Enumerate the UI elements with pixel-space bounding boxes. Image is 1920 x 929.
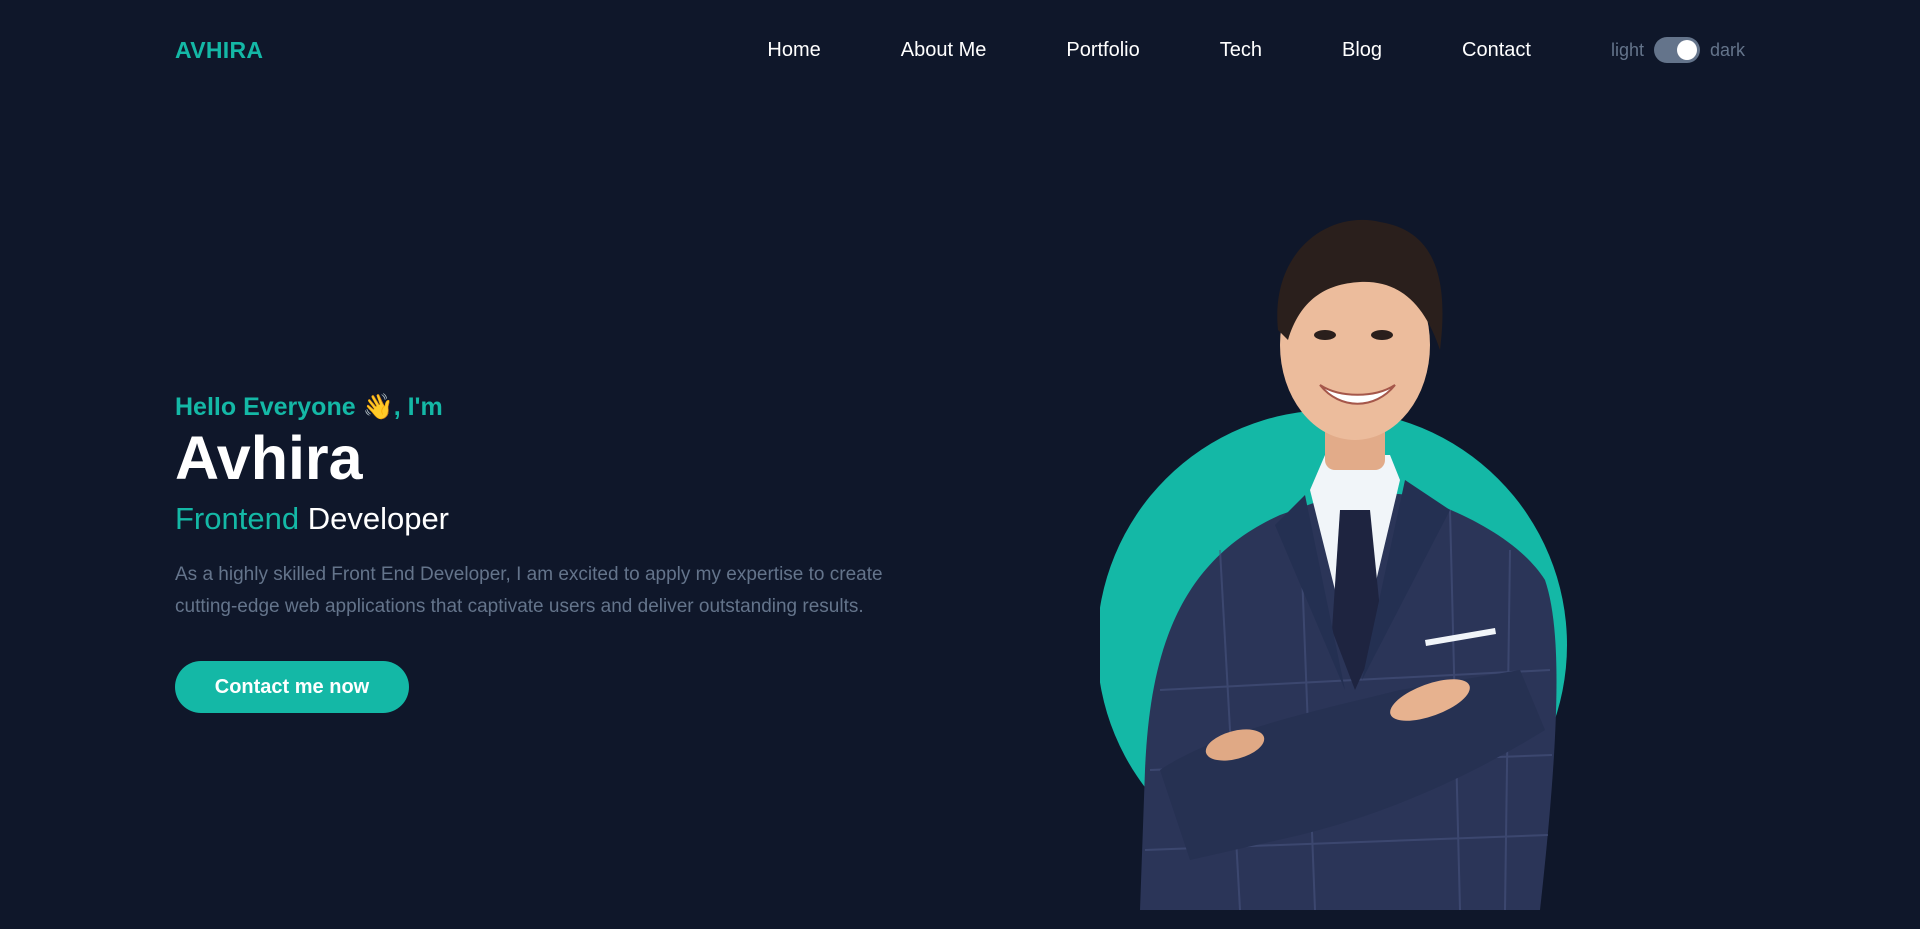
nav-item-home[interactable]: Home bbox=[767, 39, 820, 62]
nav-menu: Home About Me Portfolio Tech Blog Contac… bbox=[767, 39, 1531, 62]
waving-hand-icon: 👋 bbox=[362, 393, 394, 421]
greeting-prefix: Hello Everyone bbox=[175, 393, 363, 421]
role-accent: Frontend bbox=[175, 501, 300, 536]
theme-toggle[interactable] bbox=[1653, 37, 1700, 63]
hero-role: Frontend Developer bbox=[175, 501, 975, 537]
description-line-1: As a highly skilled Front End Developer,… bbox=[175, 564, 883, 585]
hero-section: Hello Everyone 👋, I'm Avhira Frontend De… bbox=[175, 393, 975, 713]
nav-item-contact[interactable]: Contact bbox=[1462, 39, 1531, 62]
theme-switcher: light dark bbox=[1611, 37, 1745, 63]
hero-description: As a highly skilled Front End Developer,… bbox=[175, 559, 955, 623]
page: AVHIRA Home About Me Portfolio Tech Blog… bbox=[0, 0, 1920, 929]
portrait-eye-left bbox=[1314, 330, 1336, 340]
top-navigation: AVHIRA Home About Me Portfolio Tech Blog… bbox=[175, 26, 1745, 74]
hero-greeting: Hello Everyone 👋, I'm bbox=[175, 393, 975, 422]
site-logo[interactable]: AVHIRA bbox=[175, 37, 263, 64]
toggle-knob bbox=[1676, 40, 1697, 60]
description-line-2: cutting-edge web applications that capti… bbox=[175, 596, 864, 617]
contact-me-button[interactable]: Contact me now bbox=[175, 661, 409, 713]
nav-item-about-me[interactable]: About Me bbox=[901, 39, 987, 62]
theme-dark-label: dark bbox=[1709, 39, 1745, 60]
nav-item-blog[interactable]: Blog bbox=[1342, 39, 1382, 62]
portrait-eye-right bbox=[1371, 330, 1393, 340]
theme-light-label: light bbox=[1610, 39, 1644, 60]
profile-portrait bbox=[1100, 219, 1567, 910]
role-title: Developer bbox=[307, 501, 450, 536]
nav-item-tech[interactable]: Tech bbox=[1220, 39, 1262, 62]
greeting-suffix: , I'm bbox=[393, 393, 443, 421]
nav-item-portfolio[interactable]: Portfolio bbox=[1066, 39, 1139, 62]
hero-name: Avhira bbox=[175, 424, 363, 492]
